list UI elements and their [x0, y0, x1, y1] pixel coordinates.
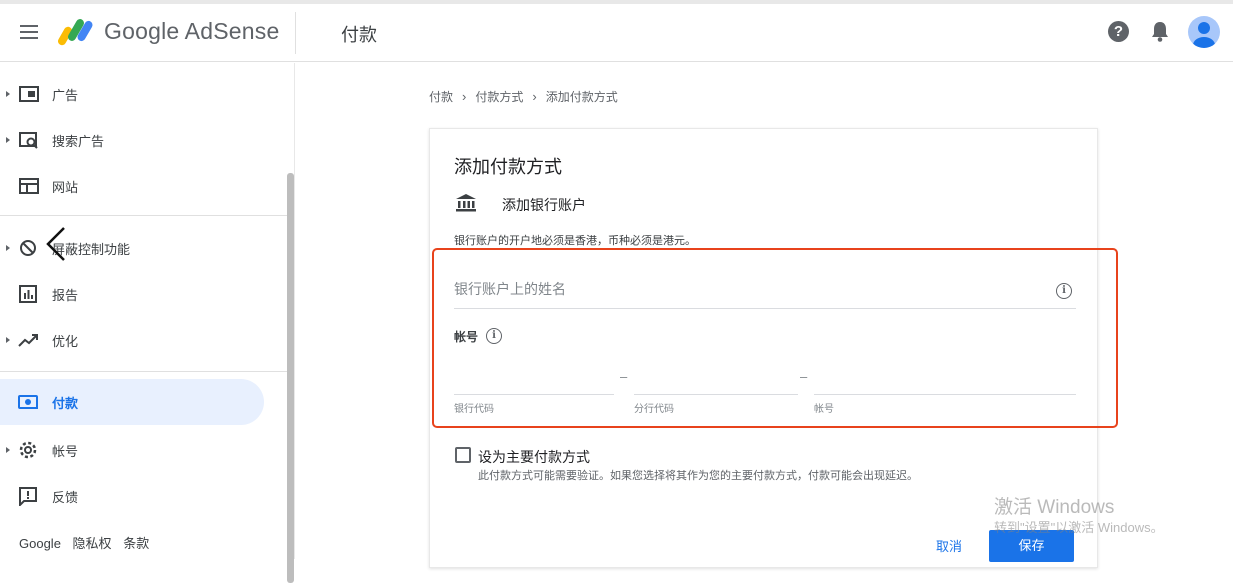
windows-activation-watermark: 激活 Windows [994, 497, 1115, 518]
account-number-input[interactable] [814, 365, 1076, 393]
sidebar-divider [0, 371, 287, 372]
feedback-icon [19, 487, 37, 506]
sidebar-footer: Google 隐私权 条款 [19, 533, 157, 552]
help-icon[interactable]: ? [1108, 21, 1129, 42]
cancel-button[interactable]: 取消 [936, 536, 962, 555]
expand-caret-icon [6, 337, 10, 343]
header-divider [295, 12, 296, 54]
page-title: 付款 [341, 25, 377, 45]
google-link[interactable]: Google [19, 536, 61, 551]
menu-icon[interactable] [18, 22, 40, 42]
sidebar-scrollbar[interactable] [287, 173, 294, 583]
breadcrumb-payment-methods[interactable]: 付款方式 [475, 90, 523, 104]
account-number-field[interactable] [814, 365, 1076, 395]
card-title: 添加付款方式 [454, 157, 562, 177]
bell-icon[interactable] [1149, 19, 1171, 43]
sidebar-item-label: 反馈 [52, 489, 79, 505]
account-number-sub-label: 帐号 [814, 404, 834, 415]
privacy-link[interactable]: 隐私权 [73, 536, 112, 551]
sidebar-item-sites[interactable]: 网站 [0, 163, 264, 209]
expand-caret-icon [6, 245, 10, 251]
sidebar-item-account[interactable]: 帐号 [0, 427, 264, 473]
payments-icon [18, 395, 38, 409]
expand-caret-icon [6, 91, 10, 97]
sidebar-item-label: 帐号 [52, 443, 79, 459]
breadcrumb-current: 添加付款方式 [545, 90, 618, 104]
breadcrumb-payments[interactable]: 付款 [429, 90, 453, 104]
windows-activation-hint: 转到"设置"以激活 Windows。 [994, 520, 1164, 535]
info-icon[interactable]: i [1056, 283, 1072, 299]
sidebar-item-search-ads[interactable]: 搜索广告 [0, 117, 264, 163]
avatar[interactable] [1188, 16, 1220, 48]
branch-code-field[interactable] [634, 365, 798, 395]
reports-icon [19, 285, 37, 303]
sidebar-item-label: 网站 [52, 179, 79, 195]
sidebar-item-ads[interactable]: 广告 [0, 71, 264, 117]
breadcrumb-separator-icon: › [462, 89, 467, 104]
sidebar-item-blocking-controls[interactable]: 屏蔽控制功能 [0, 225, 264, 271]
account-name-field[interactable]: i [454, 275, 1076, 309]
primary-payment-note: 此付款方式可能需要验证。如果您选择将其作为您的主要付款方式，付款可能会出现延迟。 [478, 470, 918, 482]
bank-account-label: 添加银行账户 [502, 197, 586, 213]
sidebar-item-payments[interactable]: 付款 [0, 379, 264, 425]
breadcrumb-separator-icon: › [532, 89, 537, 104]
sidebar-item-label: 广告 [52, 87, 79, 103]
breadcrumb: 付款 › 付款方式 › 添加付款方式 [429, 88, 618, 105]
bank-icon [456, 194, 476, 212]
app-header: Google AdSense 付款 ? [0, 4, 1233, 62]
gear-icon [19, 441, 37, 459]
sites-icon [19, 178, 39, 194]
search-ads-icon [19, 132, 38, 149]
primary-payment-checkbox[interactable] [455, 447, 471, 463]
block-icon [20, 240, 36, 256]
primary-payment-label[interactable]: 设为主要付款方式 [478, 447, 590, 467]
account-number-label-text: 帐号 [454, 330, 479, 344]
sidebar: 广告 搜索广告 网站 屏蔽控制功能 报告 优化 付款 帐号 反馈 Google … [0, 63, 295, 583]
collapse-chevron-icon[interactable] [44, 226, 68, 262]
sidebar-divider [0, 215, 287, 216]
field-dash: – [800, 369, 808, 384]
bank-account-note: 银行账户的开户地必须是香港，币种必须是港元。 [454, 235, 696, 247]
sidebar-gap [26, 211, 88, 215]
expand-caret-icon [6, 137, 10, 143]
optimize-icon [18, 334, 38, 347]
field-dash: – [620, 369, 628, 384]
terms-link[interactable]: 条款 [123, 536, 149, 551]
sidebar-item-label: 搜索广告 [52, 133, 105, 149]
sidebar-item-label: 付款 [52, 395, 79, 411]
bank-code-label: 银行代码 [454, 404, 494, 415]
sidebar-item-label: 报告 [52, 287, 79, 303]
branch-code-label: 分行代码 [634, 404, 674, 415]
expand-caret-icon [6, 447, 10, 453]
sidebar-item-label: 优化 [52, 333, 79, 349]
sidebar-item-reports[interactable]: 报告 [0, 271, 264, 317]
bank-code-input[interactable] [454, 365, 614, 393]
brand-name: Google AdSense [104, 18, 280, 44]
adsense-logo [58, 19, 93, 46]
bank-code-field[interactable] [454, 365, 614, 395]
branch-code-input[interactable] [634, 365, 798, 393]
account-number-label: 帐号 [454, 328, 478, 345]
sidebar-item-optimize[interactable]: 优化 [0, 317, 264, 363]
info-icon[interactable]: i [486, 328, 502, 344]
account-name-input[interactable] [454, 275, 1034, 297]
sidebar-item-feedback[interactable]: 反馈 [0, 473, 264, 519]
ads-icon [19, 86, 39, 102]
